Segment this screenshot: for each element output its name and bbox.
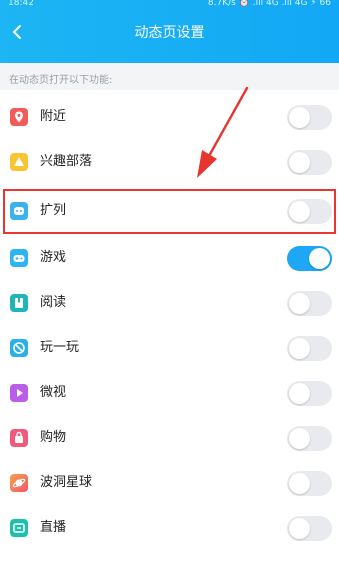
- toggle-switch[interactable]: [287, 336, 332, 361]
- setting-label: 购物: [40, 430, 67, 445]
- highlight-box: [3, 189, 336, 234]
- header-bar: 18:42 8.7K/s ⏰ .ıll 4G .ıll 4G ⚡ 66 动态页设…: [0, 0, 339, 63]
- setting-row-bodong-planet: 波洞星球: [0, 461, 339, 506]
- setting-row-play: 玩一玩: [0, 326, 339, 371]
- toggle-switch[interactable]: [287, 471, 332, 496]
- play-circle-icon: [10, 339, 28, 357]
- toggle-switch[interactable]: [287, 381, 332, 406]
- setting-row-reading: 阅读: [0, 281, 339, 326]
- setting-label: 波洞星球: [40, 475, 93, 490]
- setting-label: 附近: [40, 109, 67, 124]
- setting-row-games: 游戏: [0, 236, 339, 281]
- status-bar: 18:42 8.7K/s ⏰ .ıll 4G .ıll 4G ⚡ 66: [0, 0, 339, 14]
- page-title: 动态页设置: [134, 25, 205, 41]
- status-indicators: 8.7K/s ⏰ .ıll 4G .ıll 4G ⚡ 66: [207, 0, 331, 8]
- toggle-switch[interactable]: [287, 516, 332, 541]
- video-play-icon: [10, 384, 28, 402]
- setting-label: 玩一玩: [40, 340, 80, 355]
- toggle-switch[interactable]: [287, 426, 332, 451]
- status-time: 18:42: [8, 0, 34, 8]
- warning-triangle-icon: [10, 153, 28, 171]
- setting-label: 阅读: [40, 295, 67, 310]
- toggle-switch[interactable]: [287, 246, 332, 271]
- setting-label: 游戏: [40, 250, 67, 265]
- shopping-bag-icon: [10, 429, 28, 447]
- toggle-switch[interactable]: [287, 150, 332, 175]
- live-broadcast-icon: [10, 519, 28, 537]
- section-header: 在动态页打开以下功能:: [0, 63, 339, 90]
- book-icon: [10, 294, 28, 312]
- section-label: 在动态页打开以下功能:: [9, 75, 113, 86]
- setting-row-live: 直播: [0, 506, 339, 551]
- toggle-switch[interactable]: [287, 291, 332, 316]
- setting-row-weishi: 微视: [0, 371, 339, 416]
- setting-row-interest-tribe: 兴趣部落: [0, 140, 339, 185]
- setting-label: 直播: [40, 520, 67, 535]
- setting-row-shopping: 购物: [0, 416, 339, 461]
- planet-icon: [10, 474, 28, 492]
- gamepad-icon: [10, 249, 28, 267]
- setting-label: 微视: [40, 385, 67, 400]
- location-pin-icon: [10, 108, 28, 126]
- setting-row-nearby: 附近: [0, 95, 339, 140]
- setting-label: 兴趣部落: [40, 154, 93, 169]
- toggle-switch[interactable]: [287, 105, 332, 130]
